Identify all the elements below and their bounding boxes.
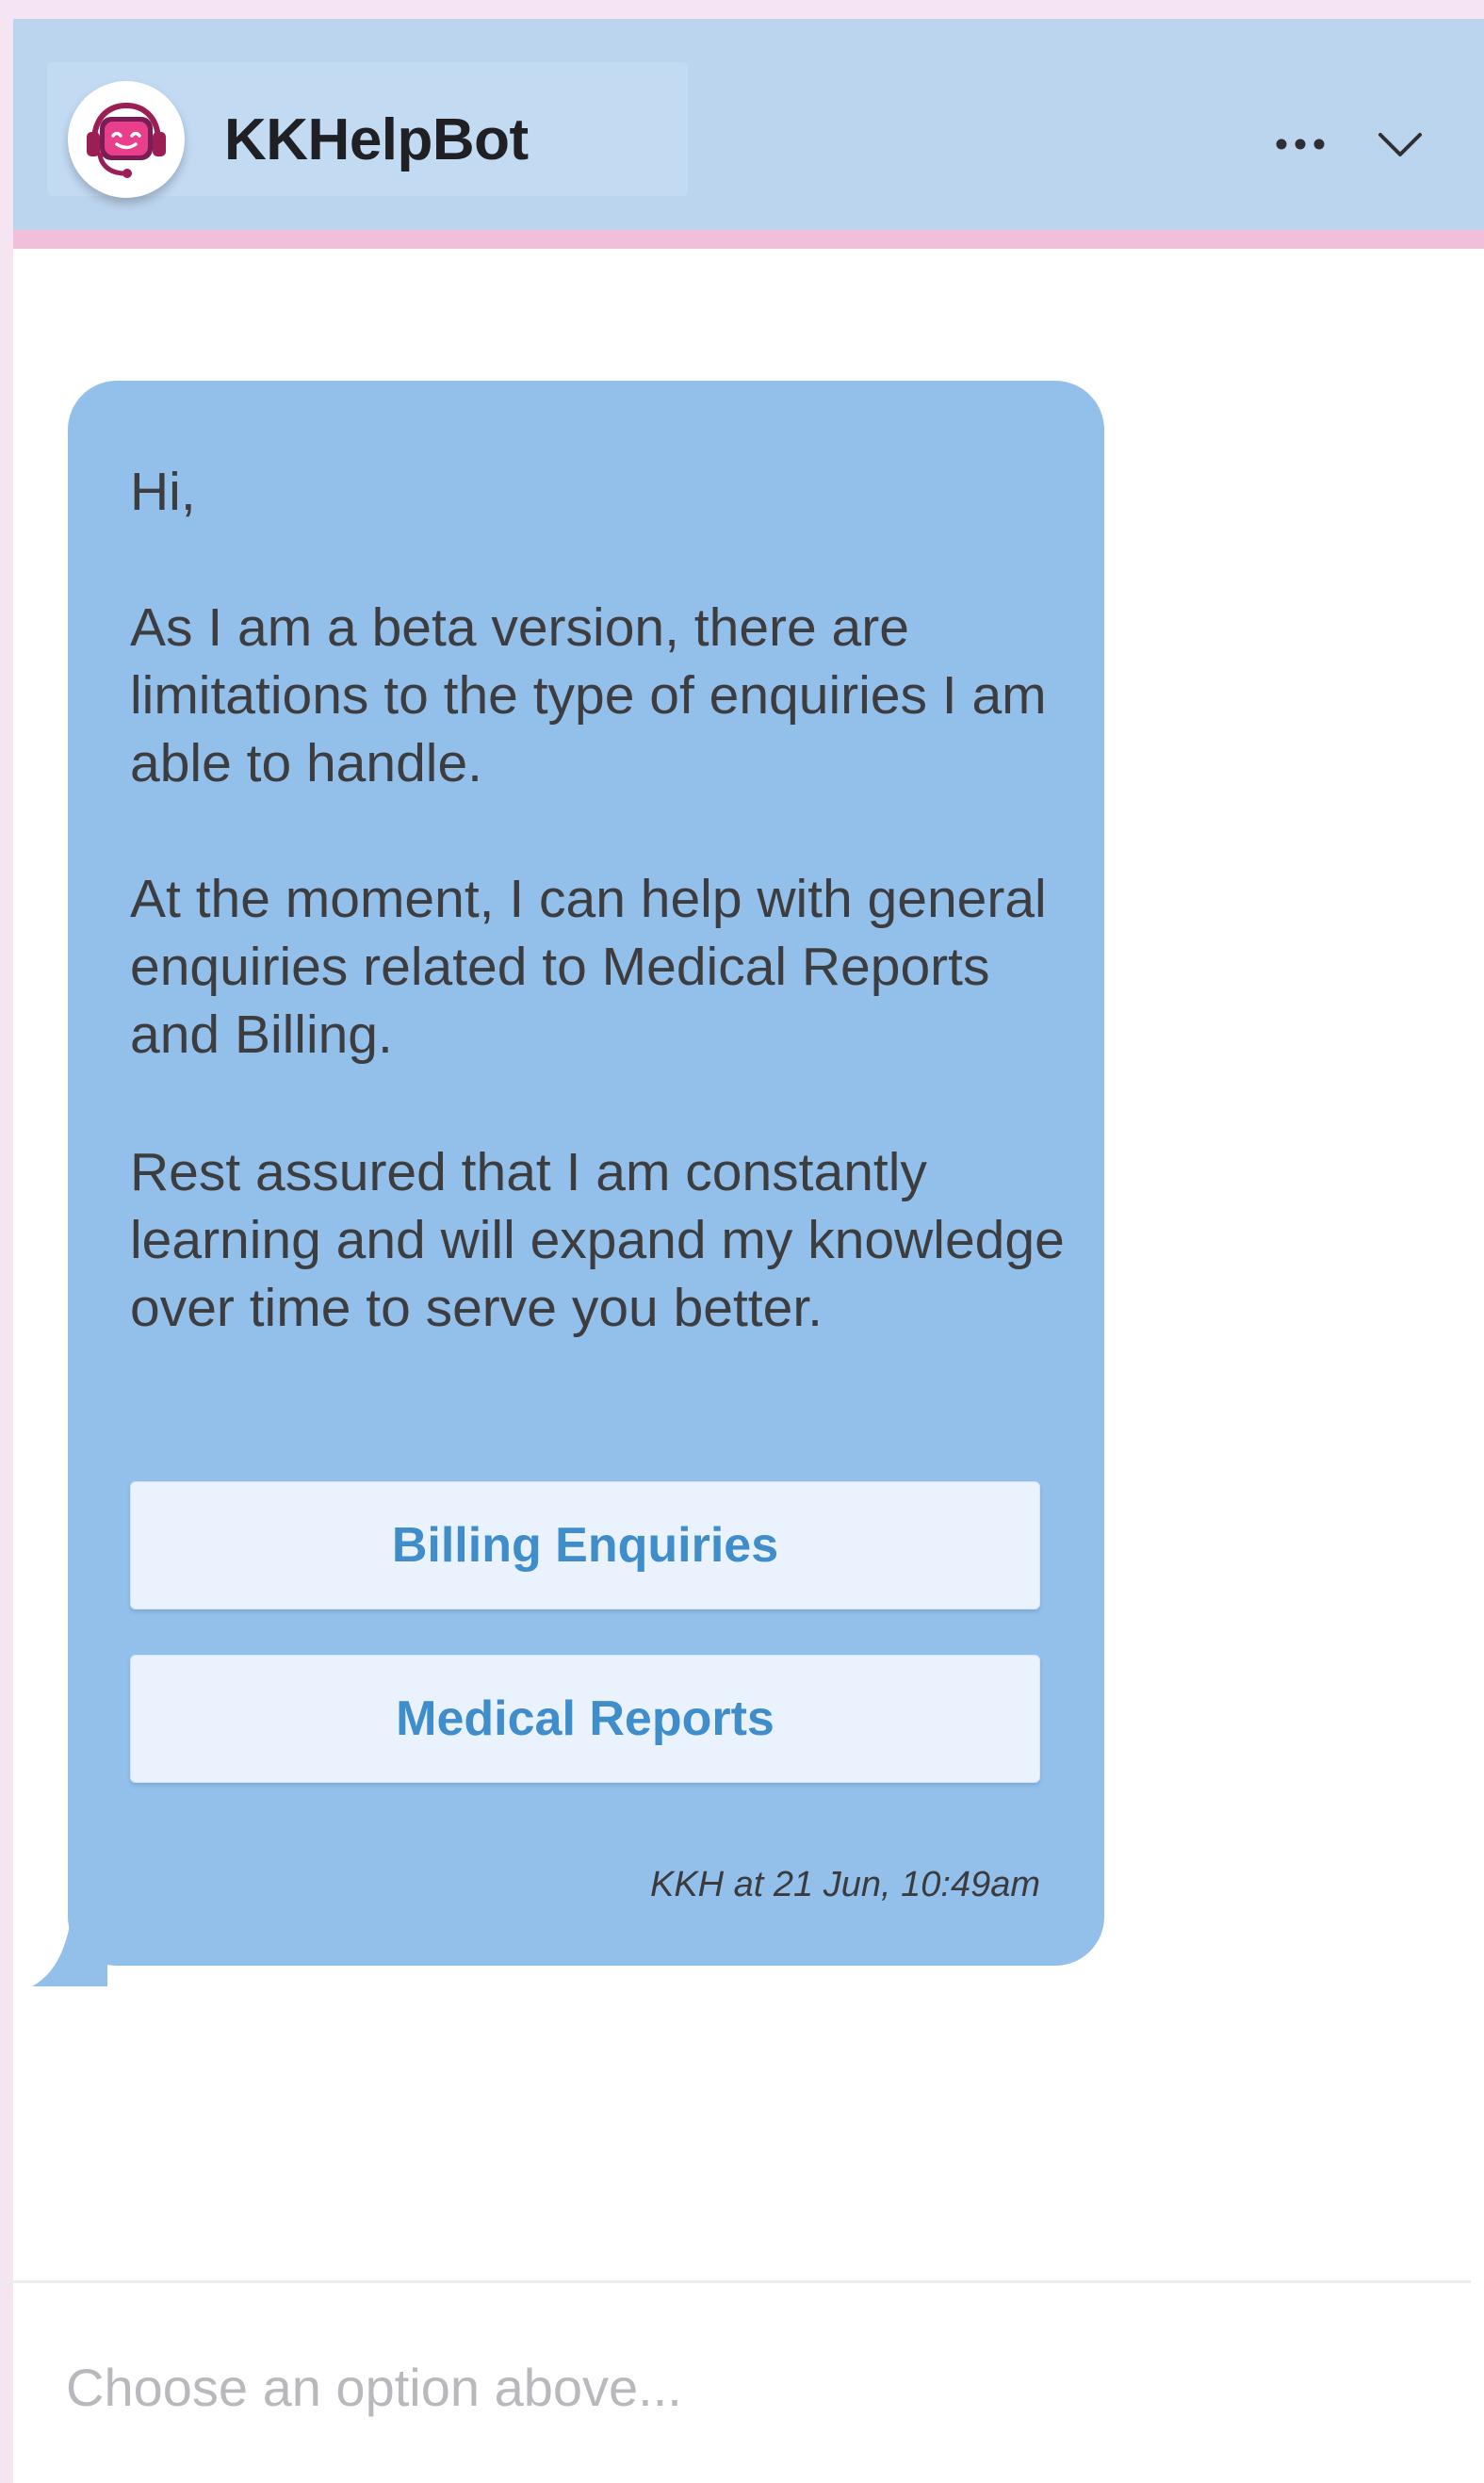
chevron-down-icon: [1378, 133, 1422, 156]
more-horizontal-icon: [1276, 139, 1325, 150]
composer-divider: [0, 2280, 1471, 2283]
bot-avatar: [68, 81, 185, 198]
chat-header: KKHelpBot: [13, 19, 1484, 230]
medical-reports-button[interactable]: Medical Reports: [130, 1655, 1040, 1783]
robot-headset-icon: [87, 102, 166, 178]
billing-enquiries-button[interactable]: Billing Enquiries: [130, 1481, 1040, 1609]
header-accent-bar: [13, 230, 1484, 249]
message-paragraph: As I am a beta version, there are limita…: [130, 597, 1047, 793]
message-timestamp: KKH at 21 Jun, 10:49am: [649, 1865, 1040, 1904]
message-greeting: Hi,: [130, 462, 196, 522]
bot-title: KKHelpBot: [224, 107, 529, 172]
message-input[interactable]: [66, 2344, 1385, 2429]
collapse-button[interactable]: [1362, 111, 1438, 177]
message-paragraph: At the moment, I can help with general e…: [130, 869, 1047, 1065]
more-options-button[interactable]: [1263, 111, 1338, 177]
message-paragraph: Rest assured that I am constantly learni…: [130, 1142, 1065, 1338]
